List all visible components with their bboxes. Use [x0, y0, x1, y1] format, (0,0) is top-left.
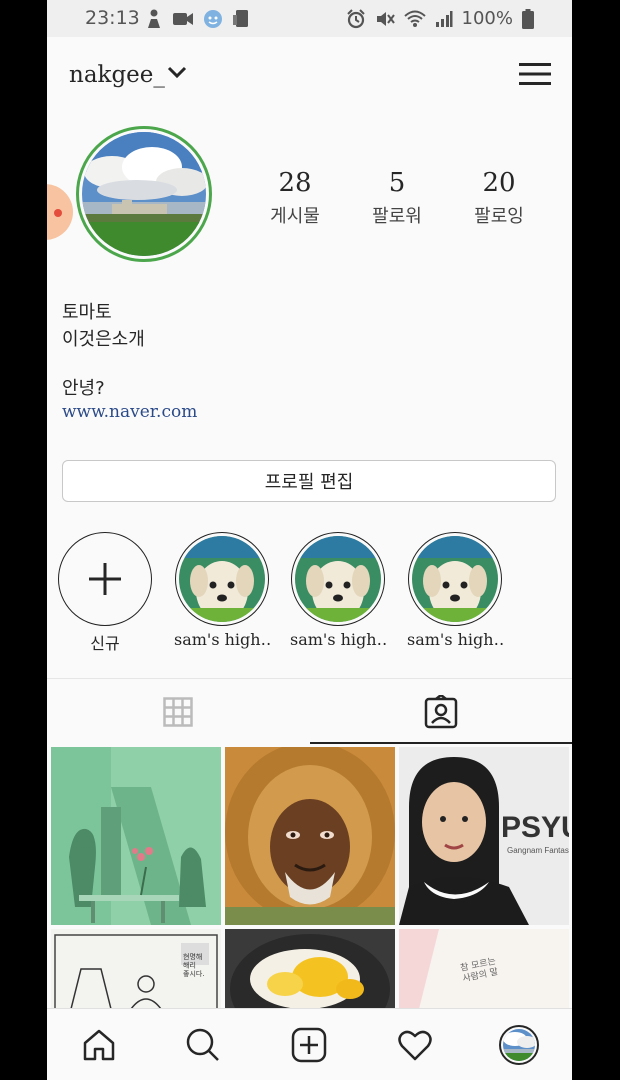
touch-indicator-center [54, 209, 62, 217]
highlight-item[interactable]: sam's high… [174, 532, 270, 649]
following-count: 20 [482, 168, 516, 198]
wifi-icon [403, 10, 426, 27]
highlight-new-ring [58, 532, 152, 626]
app-face-icon [204, 10, 222, 28]
username-switcher[interactable]: nakgee_ [69, 62, 165, 88]
profile-avatar[interactable] [82, 132, 206, 256]
grid-post[interactable]: 참 모르는사람의 말 [399, 929, 569, 1009]
grid-icon [163, 697, 193, 727]
tagged-icon [424, 695, 458, 729]
nav-activity[interactable] [395, 1025, 435, 1065]
grid-post[interactable] [225, 929, 395, 1009]
phone-screen: 23:13 100% nakgee_ 28 게시물 5 팔로워 20 팔로잉 토… [47, 0, 572, 1080]
psy-caption: PSYU [501, 811, 569, 844]
psy-portrait-image: PSYU Gangnam Fantasy 2 [399, 747, 569, 925]
signal-icon [435, 10, 453, 27]
bottom-navigation [47, 1008, 572, 1080]
battery-percent: 100% [461, 8, 513, 29]
stat-followers[interactable]: 5 팔로워 [347, 168, 447, 228]
grid-post[interactable]: 현명해 해리 좋시다. [51, 929, 221, 1009]
tablet-icon [233, 10, 248, 27]
tab-grid[interactable] [47, 679, 309, 745]
highlight-label: 신규 [90, 634, 120, 653]
nav-home[interactable] [79, 1025, 119, 1065]
profile-header: nakgee_ [47, 40, 572, 110]
puppy-thumbnail [412, 536, 498, 622]
puppy-thumbnail [295, 536, 381, 622]
stat-following[interactable]: 20 팔로잉 [449, 168, 549, 228]
stat-posts[interactable]: 28 게시물 [245, 168, 345, 228]
home-icon [83, 1029, 115, 1061]
green-room-illustration [51, 747, 221, 925]
comic-sketch-image: 현명해 해리 좋시다. [51, 929, 221, 1009]
active-tab-indicator [310, 742, 572, 744]
grid-post[interactable] [225, 747, 395, 925]
profile-bio: 안녕? [62, 378, 105, 399]
search-icon [186, 1028, 219, 1061]
nav-search[interactable] [183, 1025, 223, 1065]
chevron-down-icon[interactable] [167, 66, 187, 80]
profile-category: 이것은소개 [62, 329, 145, 350]
alarm-icon [346, 8, 365, 28]
hamburger-menu-icon[interactable] [519, 62, 551, 86]
profile-avatar-icon [499, 1025, 539, 1065]
battery-icon [522, 8, 534, 29]
posts-label: 게시물 [270, 206, 320, 227]
psy-subcaption: Gangnam Fantasy 2 [507, 846, 569, 855]
status-icons-left [145, 9, 252, 29]
add-post-icon [291, 1027, 327, 1063]
grid-post[interactable] [51, 747, 221, 925]
following-label: 팔로잉 [474, 206, 524, 227]
lion-face-image [225, 747, 395, 925]
tab-tagged[interactable] [310, 679, 572, 745]
status-bar: 23:13 100% [47, 0, 572, 37]
followers-count: 5 [388, 168, 406, 198]
highlight-ring [408, 532, 502, 626]
highlight-label: sam's high… [407, 630, 503, 649]
highlight-label: sam's high… [174, 630, 270, 649]
profile-name: 토마토 [62, 302, 112, 323]
profile-website-link[interactable]: www.naver.com [62, 402, 197, 422]
status-icons-right: 100% [346, 8, 534, 29]
status-time: 23:13 [85, 7, 140, 29]
nav-profile[interactable] [499, 1025, 539, 1065]
followers-label: 팔로워 [372, 206, 422, 227]
highlight-item[interactable]: sam's high… [290, 532, 386, 649]
highlight-label: sam's high… [290, 630, 386, 649]
fried-egg-image [225, 929, 395, 1009]
highlight-ring [291, 532, 385, 626]
puppy-thumbnail [179, 536, 265, 622]
edit-profile-button[interactable]: 프로필 편집 [62, 460, 556, 502]
person-icon [148, 9, 160, 28]
plus-icon [89, 563, 121, 595]
book-page-image: 참 모르는사람의 말 [399, 929, 569, 1009]
highlight-new[interactable]: 신규 [57, 532, 153, 654]
profile-tabs [47, 678, 572, 745]
posts-count: 28 [278, 168, 312, 198]
highlight-item[interactable]: sam's high… [407, 532, 503, 649]
heart-icon [398, 1030, 432, 1061]
video-icon [173, 13, 193, 25]
mute-icon [376, 11, 395, 26]
avatar-landscape-image [82, 132, 206, 256]
nav-add-post[interactable] [289, 1025, 329, 1065]
grid-post[interactable]: PSYU Gangnam Fantasy 2 [399, 747, 569, 925]
highlight-ring [175, 532, 269, 626]
